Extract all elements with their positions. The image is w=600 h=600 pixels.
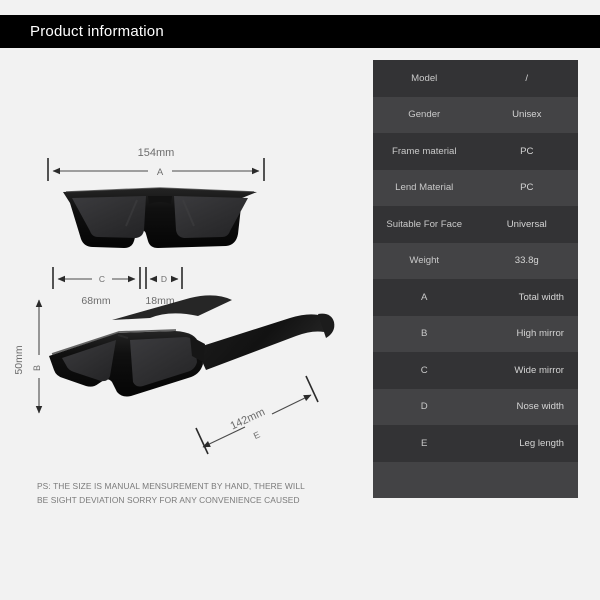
spec-value: PC	[520, 145, 534, 157]
spec-value: Wide mirror	[514, 364, 564, 376]
table-row	[373, 461, 578, 498]
spec-label: Model	[411, 72, 438, 84]
spec-value: Universal	[506, 218, 547, 230]
table-row: Suitable For Face Universal	[373, 206, 578, 243]
product-information-page: Product information 154mm A C 68mm D 18m…	[0, 0, 600, 600]
spec-value: /	[525, 72, 529, 84]
dimension-e-key: E	[252, 429, 262, 441]
footnote-line-2: BE SIGHT DEVIATION SORRY FOR ANY CONVENI…	[37, 495, 300, 505]
spec-value: 33.8g	[514, 255, 539, 267]
spec-label: Suitable For Face	[386, 218, 463, 230]
spec-label: D	[420, 401, 428, 413]
spec-value: Unisex	[512, 109, 542, 121]
dimension-b-key: B	[32, 365, 42, 371]
dimension-b-value: 50mm	[13, 345, 25, 374]
dimension-d-key: D	[161, 274, 167, 284]
table-row: D Nose width	[373, 388, 578, 425]
spec-value: High mirror	[516, 328, 564, 340]
spec-value: Nose width	[516, 401, 564, 413]
dimension-d-bridge-width: D 18mm	[145, 267, 183, 307]
table-row: Weight 33.8g	[373, 242, 578, 279]
spec-value: PC	[520, 182, 534, 194]
table-row: Model /	[373, 60, 578, 97]
table-row: B High mirror	[373, 315, 578, 352]
diagram-area: 154mm A C 68mm D 18mm 50mm B 142mm E	[0, 48, 370, 518]
spec-label: C	[420, 364, 428, 376]
dimension-a-value: 154mm	[138, 147, 175, 159]
spec-value: Leg length	[519, 437, 564, 449]
dimension-a-total-width: 154mm A	[47, 147, 265, 181]
table-row: E Leg length	[373, 425, 578, 462]
specification-table: Model / Gender Unisex Frame material PC Lend M…	[373, 60, 578, 498]
dimension-c-value: 68mm	[81, 295, 110, 307]
dimension-e-value: 142mm	[229, 406, 267, 432]
spec-value: Total width	[518, 291, 564, 303]
table-row: Frame material PC	[373, 133, 578, 170]
spec-label: Frame material	[391, 145, 457, 157]
header-bar: Product information	[0, 15, 600, 48]
dimension-c-lens-width: C 68mm	[52, 267, 141, 307]
table-row: C Wide mirror	[373, 352, 578, 389]
sunglasses-angled-view	[49, 295, 335, 397]
table-row: A Total width	[373, 279, 578, 316]
temple-arm-near	[196, 314, 324, 370]
table-row: Lend Material PC	[373, 169, 578, 206]
spec-label: A	[421, 291, 428, 303]
sunglasses-front-view	[63, 187, 257, 248]
sunglasses-diagrams-svg: 154mm A C 68mm D 18mm 50mm B 142mm E	[13, 147, 335, 455]
page-title: Product information	[30, 23, 164, 40]
dimension-b-height: 50mm B	[13, 299, 43, 414]
spec-label: E	[421, 437, 428, 449]
table-row: Gender Unisex	[373, 96, 578, 133]
spec-label: Gender	[408, 109, 441, 121]
dimension-a-key: A	[157, 167, 164, 178]
spec-label: Lend Material	[395, 182, 454, 194]
spec-label: B	[421, 328, 428, 340]
dimension-e-temple-length: 142mm E	[195, 375, 319, 455]
footnote: PS: THE SIZE IS MANUAL MENSUREMENT BY HA…	[37, 479, 337, 507]
lens-right-angled	[130, 337, 197, 387]
footnote-line-1: PS: THE SIZE IS MANUAL MENSUREMENT BY HA…	[37, 481, 305, 491]
spec-label: Weight	[409, 255, 440, 267]
dimension-c-key: C	[99, 274, 105, 284]
